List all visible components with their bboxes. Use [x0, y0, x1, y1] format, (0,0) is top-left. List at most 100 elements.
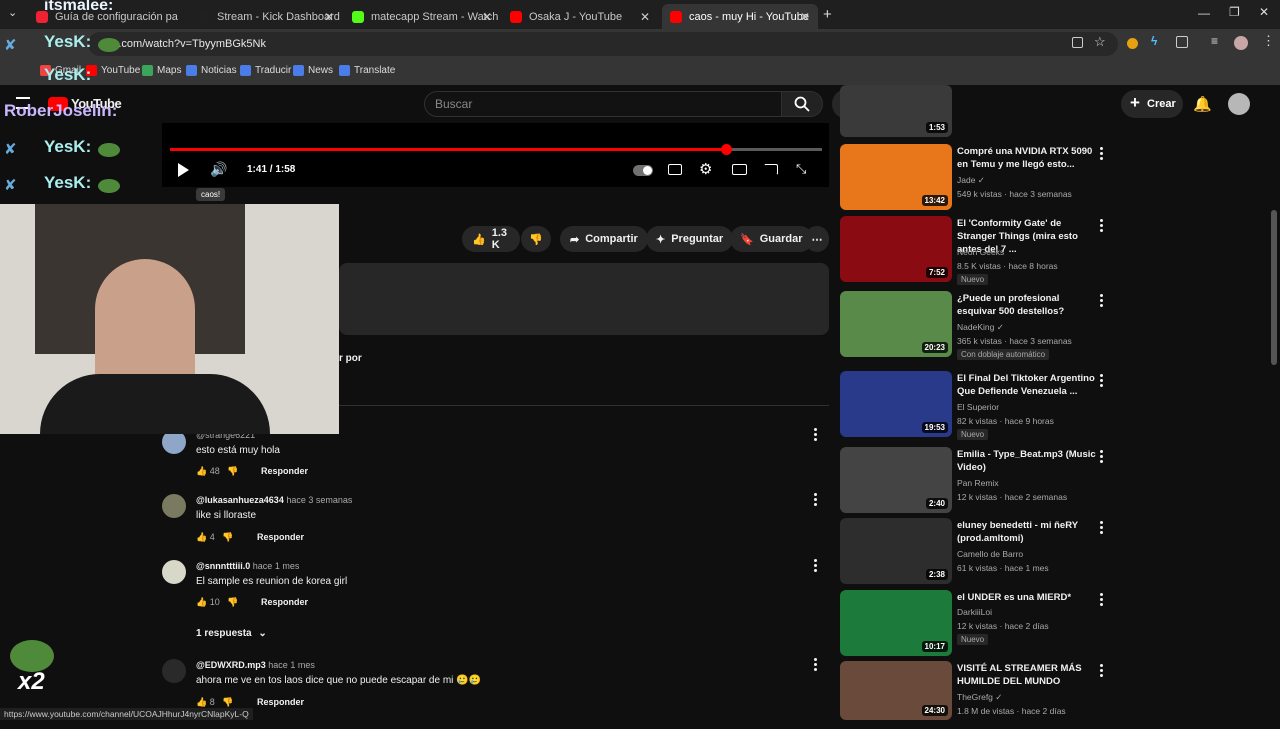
video-menu-icon[interactable] — [1100, 664, 1104, 678]
reply-button[interactable]: Responder — [257, 532, 304, 542]
channel-name[interactable]: Pan Remix — [957, 478, 999, 488]
miniplayer-icon[interactable] — [732, 164, 747, 175]
settings-gear-icon[interactable]: ⚙ — [699, 160, 712, 178]
channel-name[interactable]: Neon Geeks — [957, 247, 1004, 257]
commenter-avatar[interactable] — [162, 560, 186, 584]
commenter-avatar[interactable] — [162, 659, 186, 683]
like-button[interactable]: 👍 1.3 K — [462, 226, 520, 252]
recommendation-item[interactable]: 20:23 ¿Puede un profesional esquivar 500… — [840, 291, 1110, 360]
video-menu-icon[interactable] — [1100, 219, 1104, 233]
recommendation-item[interactable]: 7:52 El 'Conformity Gate' de Stranger Th… — [840, 216, 1110, 285]
share-button[interactable]: ➦ Compartir — [560, 226, 648, 252]
bookmark-star-icon[interactable]: ☆ — [1094, 34, 1106, 50]
video-title[interactable]: Compré una NVIDIA RTX 5090 en Temu y me … — [957, 145, 1097, 171]
bookmark-traducir[interactable]: Traducir — [240, 65, 291, 76]
video-thumbnail[interactable]: 7:52 — [840, 216, 952, 282]
description-box[interactable] — [339, 263, 829, 335]
video-thumbnail[interactable]: 2:38 — [840, 518, 952, 584]
video-thumbnail[interactable]: 2:40 — [840, 447, 952, 513]
video-thumbnail[interactable]: 24:30 — [840, 661, 952, 720]
tab-search-icon[interactable]: ⌄ — [8, 6, 17, 19]
scrollbar[interactable] — [1271, 210, 1277, 365]
video-menu-icon[interactable] — [1100, 374, 1104, 388]
video-thumbnail[interactable]: 10:17 — [840, 590, 952, 656]
video-menu-icon[interactable] — [1100, 147, 1104, 161]
volume-icon[interactable]: 🔊 — [210, 161, 227, 178]
recommendation-item[interactable]: 10:17 el UNDER es una MIERD* DarkiiiLoi … — [840, 590, 1110, 658]
recommendation-item[interactable]: 24:30 VISITÉ AL STREAMER MÁS HUMILDE DEL… — [840, 661, 1110, 729]
close-window-button[interactable]: ✕ — [1259, 5, 1269, 19]
close-icon[interactable]: ✕ — [482, 10, 492, 24]
channel-name[interactable]: TheGrefg ✓ — [957, 692, 1002, 703]
video-title[interactable]: El Final Del Tiktoker Argentino Que Defi… — [957, 372, 1097, 398]
new-tab-button[interactable]: + — [823, 6, 832, 23]
comment-like-button[interactable]: 👍 48 👎 — [196, 466, 238, 477]
video-player[interactable]: 🔊 1:41 / 1:58 ⚙ ⤡ — [162, 123, 829, 187]
search-input[interactable]: Buscar — [424, 91, 782, 117]
video-menu-icon[interactable] — [1100, 450, 1104, 464]
extension-icon[interactable]: ϟ — [1151, 34, 1157, 48]
tab-item[interactable]: matecapp Stream - Watch Live ✕ — [344, 4, 500, 29]
comment-like-button[interactable]: 👍 10 👎 — [196, 597, 238, 608]
extension-icon[interactable] — [1127, 38, 1138, 49]
video-title[interactable]: ¿Puede un profesional esquivar 500 deste… — [957, 292, 1097, 318]
puzzle-icon[interactable] — [1176, 36, 1188, 48]
create-button[interactable]: + Crear — [1121, 90, 1183, 118]
comment-menu-icon[interactable] — [814, 428, 818, 442]
channel-name[interactable]: DarkiiiLoi — [957, 607, 992, 617]
close-icon[interactable]: ✕ — [324, 10, 334, 24]
video-menu-icon[interactable] — [1100, 593, 1104, 607]
progress-bar[interactable] — [170, 144, 822, 155]
recommendation-item[interactable]: 1:53 — [840, 85, 1110, 137]
recommendation-item[interactable]: 19:53 El Final Del Tiktoker Argentino Qu… — [840, 371, 1110, 440]
autoplay-toggle[interactable] — [633, 165, 653, 176]
channel-name[interactable]: NadeKing ✓ — [957, 322, 1004, 333]
comment-menu-icon[interactable] — [814, 493, 818, 507]
more-actions-button[interactable]: ⋯ — [805, 226, 829, 252]
recommendation-item[interactable]: 2:38 eluney benedetti - mi ñeRY (prod.am… — [840, 518, 1110, 586]
profile-avatar[interactable] — [1234, 36, 1248, 50]
recommendation-item[interactable]: 13:42 Compré una NVIDIA RTX 5090 en Temu… — [840, 144, 1110, 212]
dislike-button[interactable]: 👎 — [521, 226, 551, 252]
install-icon[interactable] — [1072, 37, 1083, 48]
fullscreen-exit-icon[interactable]: ⤡ — [796, 161, 806, 177]
video-title[interactable]: VISITÉ AL STREAMER MÁS HUMILDE DEL MUNDO — [957, 662, 1097, 688]
video-thumbnail[interactable]: 20:23 — [840, 291, 952, 357]
account-avatar[interactable] — [1228, 93, 1250, 115]
close-icon[interactable]: ✕ — [640, 10, 650, 24]
video-title[interactable]: Emilia - Type_Beat.mp3 (Music Video) — [957, 448, 1097, 474]
menu-icon[interactable]: ⋮ — [1262, 33, 1275, 49]
comment-author[interactable]: @snnntttiii.0 hace 1 mes — [196, 561, 299, 571]
channel-name[interactable]: El Superior — [957, 402, 999, 412]
video-title[interactable]: eluney benedetti - mi ñeRY (prod.amltomi… — [957, 519, 1097, 545]
video-title[interactable]: el UNDER es una MIERD* — [957, 591, 1097, 604]
replies-toggle[interactable]: 1 respuesta ⌄ — [196, 628, 267, 639]
tab-item[interactable]: Osaka J - YouTube ✕ — [502, 4, 658, 29]
comment-like-button[interactable]: 👍 4 👎 — [196, 532, 233, 543]
search-button[interactable] — [781, 91, 823, 117]
media-icon[interactable]: ≡ — [1211, 34, 1218, 48]
cast-icon[interactable] — [764, 164, 778, 175]
channel-name[interactable]: Jade ✓ — [957, 175, 985, 186]
play-button[interactable] — [178, 163, 189, 177]
ask-button[interactable]: ✦ Preguntar — [646, 226, 734, 252]
bookmark-maps[interactable]: Maps — [142, 65, 181, 76]
comment-like-button[interactable]: 👍 8 👎 — [196, 697, 233, 708]
tab-item[interactable]: Stream - Kick Dashboard ✕ — [190, 4, 342, 29]
comment-author[interactable]: @EDWXRD.mp3 hace 1 mes — [196, 660, 315, 670]
subtitles-icon[interactable] — [668, 164, 682, 175]
close-icon[interactable]: ✕ — [800, 10, 810, 24]
bookmark-youtube[interactable]: YouTube — [86, 65, 140, 76]
bookmark-translate[interactable]: Translate — [339, 65, 395, 76]
channel-name[interactable]: Camello de Barro — [957, 549, 1023, 559]
minimize-button[interactable]: — — [1198, 6, 1210, 20]
notifications-bell-icon[interactable]: 🔔 — [1193, 95, 1212, 113]
video-menu-icon[interactable] — [1100, 521, 1104, 535]
video-menu-icon[interactable] — [1100, 294, 1104, 308]
maximize-button[interactable]: ❐ — [1229, 5, 1240, 19]
scrubber-handle[interactable] — [720, 144, 732, 155]
reply-button[interactable]: Responder — [261, 466, 308, 476]
video-thumbnail[interactable]: 19:53 — [840, 371, 952, 437]
commenter-avatar[interactable] — [162, 494, 186, 518]
comment-menu-icon[interactable] — [814, 559, 818, 573]
